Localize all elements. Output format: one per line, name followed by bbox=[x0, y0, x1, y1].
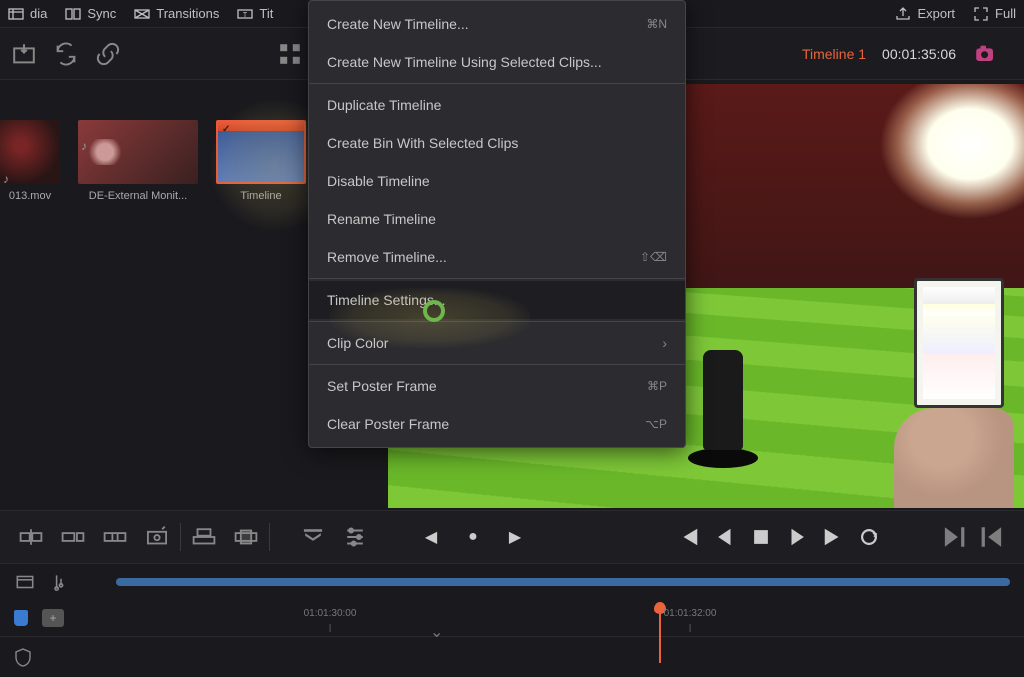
close-up-icon[interactable] bbox=[144, 524, 170, 550]
export-button[interactable]: Export bbox=[895, 6, 955, 22]
timeline-ruler-row[interactable]: + 01:01:30:00 ⌄ 01:01:32:00 bbox=[0, 600, 1024, 636]
timeline-track-row[interactable] bbox=[0, 636, 1024, 677]
menu-create-new-timeline-selected[interactable]: Create New Timeline Using Selected Clips… bbox=[309, 43, 685, 81]
menu-clip-color[interactable]: Clip Color › bbox=[309, 324, 685, 362]
menu-duplicate-timeline[interactable]: Duplicate Timeline bbox=[309, 86, 685, 124]
smart-insert-icon[interactable] bbox=[18, 524, 44, 550]
video-track-icon[interactable] bbox=[14, 571, 36, 593]
menu-separator bbox=[309, 364, 685, 365]
menu-separator bbox=[309, 278, 685, 279]
menu-create-new-timeline[interactable]: Create New Timeline... ⌘N bbox=[309, 5, 685, 43]
playhead-next-icon[interactable]: ▶ bbox=[502, 524, 528, 550]
timeline-panel: + 01:01:30:00 ⌄ 01:01:32:00 bbox=[0, 564, 1024, 677]
viewer-timecode[interactable]: 00:01:35:06 bbox=[882, 46, 956, 62]
clip-thumbnail-timeline bbox=[216, 120, 306, 184]
transitions-label: Transitions bbox=[156, 6, 219, 21]
media-label: dia bbox=[30, 6, 47, 21]
timeline-header-row bbox=[0, 564, 1024, 600]
camera-bypass-icon[interactable] bbox=[972, 40, 1000, 68]
titles-icon: T bbox=[237, 6, 253, 22]
next-clip-icon[interactable] bbox=[940, 524, 966, 550]
fullscreen-icon bbox=[973, 6, 989, 22]
sync-icon bbox=[65, 6, 81, 22]
track-color-tag[interactable] bbox=[14, 610, 28, 626]
sync-label: Sync bbox=[87, 6, 116, 21]
lock-track-icon[interactable] bbox=[14, 647, 32, 667]
menu-clear-poster-frame[interactable]: Clear Poster Frame ⌥P bbox=[309, 405, 685, 443]
append-icon[interactable] bbox=[60, 524, 86, 550]
reverse-play-icon[interactable] bbox=[714, 526, 736, 548]
shortcut-label: ⌥P bbox=[645, 417, 667, 431]
media-icon bbox=[8, 6, 24, 22]
full-label: Full bbox=[995, 6, 1016, 21]
media-clip[interactable]: 013.mov bbox=[0, 120, 60, 202]
tools-dropdown-icon[interactable] bbox=[300, 524, 326, 550]
link-tool-icon[interactable] bbox=[94, 40, 122, 68]
transitions-icon bbox=[134, 6, 150, 22]
menu-create-bin[interactable]: Create Bin With Selected Clips bbox=[309, 124, 685, 162]
clip-label: DE-External Monit... bbox=[89, 190, 187, 202]
menu-disable-timeline[interactable]: Disable Timeline bbox=[309, 162, 685, 200]
titles-label: Tit bbox=[259, 6, 273, 21]
playhead-prev-icon[interactable]: ◀ bbox=[418, 524, 444, 550]
ripple-overwrite-icon[interactable] bbox=[102, 524, 128, 550]
go-start-icon[interactable] bbox=[678, 526, 700, 548]
clip-label: Timeline bbox=[240, 190, 281, 202]
prev-clip-icon[interactable] bbox=[980, 524, 1006, 550]
menu-rename-timeline[interactable]: Rename Timeline bbox=[309, 200, 685, 238]
clip-label: 013.mov bbox=[9, 190, 51, 202]
scrollbar-thumb[interactable] bbox=[116, 578, 1010, 586]
timeline-context-menu: Create New Timeline... ⌘N Create New Tim… bbox=[308, 0, 686, 448]
menu-timeline-settings[interactable]: Timeline Settings... bbox=[309, 281, 685, 319]
viewer-timeline-title[interactable]: Timeline 1 bbox=[802, 46, 866, 62]
edit-toolbar: ◀ ● ▶ bbox=[0, 510, 1024, 564]
media-clip[interactable]: DE-External Monit... bbox=[78, 120, 198, 202]
import-tool-icon[interactable] bbox=[10, 40, 38, 68]
chevron-right-icon: › bbox=[662, 335, 667, 351]
place-on-top-icon[interactable] bbox=[191, 524, 217, 550]
svg-text:T: T bbox=[243, 12, 248, 19]
chevron-down-icon[interactable]: ⌄ bbox=[430, 622, 443, 642]
shortcut-label: ⌘P bbox=[647, 379, 667, 393]
add-track-button[interactable]: + bbox=[42, 609, 64, 627]
loop-icon[interactable] bbox=[858, 526, 880, 548]
menu-separator bbox=[309, 83, 685, 84]
menu-remove-timeline[interactable]: Remove Timeline... ⇧⌫ bbox=[309, 238, 685, 276]
audio-track-icon[interactable] bbox=[50, 571, 72, 593]
play-icon[interactable] bbox=[786, 526, 808, 548]
transitions-tab[interactable]: Transitions bbox=[134, 6, 219, 22]
stop-icon[interactable] bbox=[750, 526, 772, 548]
clip-thumbnail bbox=[78, 120, 198, 184]
ruler-tick: 01:01:30:00 bbox=[304, 608, 357, 619]
ruler-tick: 01:01:32:00 bbox=[664, 608, 717, 619]
export-label: Export bbox=[917, 6, 955, 21]
export-icon bbox=[895, 6, 911, 22]
timeline-ruler[interactable]: 01:01:30:00 ⌄ 01:01:32:00 bbox=[120, 600, 1024, 636]
timeline-scrollbar[interactable] bbox=[116, 578, 1010, 586]
sync-tool-icon[interactable] bbox=[52, 40, 80, 68]
go-end-icon[interactable] bbox=[822, 526, 844, 548]
sync-tab[interactable]: Sync bbox=[65, 6, 116, 22]
shortcut-label: ⌘N bbox=[646, 17, 667, 31]
grid-view-icon[interactable] bbox=[276, 40, 304, 68]
menu-separator bbox=[309, 321, 685, 322]
menu-set-poster-frame[interactable]: Set Poster Frame ⌘P bbox=[309, 367, 685, 405]
sliders-icon[interactable] bbox=[342, 524, 368, 550]
full-screen-button[interactable]: Full bbox=[973, 6, 1016, 22]
shortcut-label: ⇧⌫ bbox=[640, 250, 667, 264]
titles-tab[interactable]: T Tit bbox=[237, 6, 273, 22]
media-tab[interactable]: dia bbox=[8, 6, 47, 22]
media-clip-timeline[interactable]: Timeline bbox=[216, 120, 306, 202]
playhead-marker-icon[interactable]: ● bbox=[460, 524, 486, 550]
clip-thumbnail bbox=[0, 120, 60, 184]
source-overwrite-icon[interactable] bbox=[233, 524, 259, 550]
